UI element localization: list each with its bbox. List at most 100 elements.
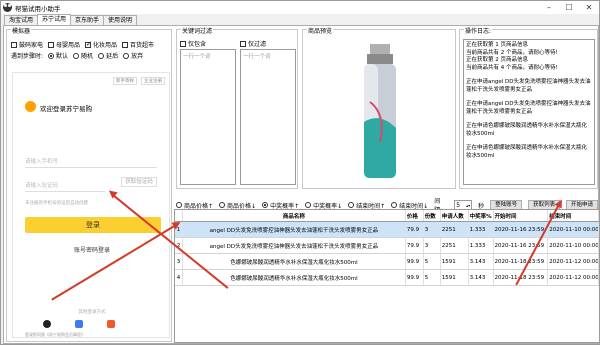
- table-header-cell[interactable]: 申请人数: [441, 210, 469, 221]
- table-header-cell[interactable]: 份数: [424, 210, 441, 221]
- product-spray-bottle-image: [364, 44, 396, 178]
- table-header-row: 商品名称 价格 份数 申请人数 中奖率% 开始时间 结束时间: [175, 210, 599, 222]
- log-legend: 操作日志:: [464, 26, 493, 35]
- get-code-button[interactable]: 获取验证码: [121, 177, 157, 187]
- app-window: 帮猫试用小助手 – ☐ ✕ 淘宝试用 苏宁试用 京东助手 使用说明 模拟器 鼓码…: [0, 0, 600, 345]
- product-name-cell: angel DD头发免洗喷雾控油神器头发去油蓬松干洗头发喷雾男女正品: [183, 238, 406, 253]
- start-time-cell: 2020-11-18 23:59: [494, 254, 549, 269]
- win-rate-cell: 3.143: [469, 270, 494, 285]
- login-top-links: 新手寄样 企业注册: [113, 77, 165, 85]
- stepper-arrows-icon[interactable]: ▴▾: [466, 203, 470, 208]
- table-header-cell[interactable]: 价格: [406, 210, 424, 221]
- table-row[interactable]: 3 色娜娜玻尿酸润透精华水补水保湿大瓶化妆水500ml 99.9 5 1591 …: [175, 254, 599, 270]
- quantity-cell: 3: [424, 238, 441, 253]
- product-preview-group: 商品预览: [302, 26, 456, 189]
- social-login-icons: [43, 320, 115, 328]
- simulator-group: 模拟器 鼓码家电 母婴用品 化妆用品 百货超市 遇到步骤时: 默认 随机 延后 …: [6, 26, 172, 342]
- login-button[interactable]: 登录: [25, 217, 161, 233]
- log-line: 正在申请色娜娜玻尿酸润透精华水补水保湿大瓶化妆水500ml: [466, 123, 588, 137]
- radio-delay[interactable]: 延后: [98, 51, 118, 60]
- checkbox-box-checked: [85, 40, 92, 48]
- table-header-cell[interactable]: 开始时间: [494, 210, 549, 221]
- price-cell: 99.9: [406, 254, 424, 269]
- tab-panel: 模拟器 鼓码家电 母婴用品 化妆用品 百货超市 遇到步骤时: 默认 随机 延后 …: [3, 25, 600, 344]
- bottle-teal-label: [364, 118, 396, 178]
- radio-default[interactable]: 默认: [48, 51, 68, 60]
- phone-input[interactable]: 请输入手机号: [25, 157, 157, 168]
- log-line: 正在申请angel DD头发免洗喷雾控油神器头发去油蓬松干洗头发喷雾男女正品: [466, 79, 591, 93]
- enterprise-link[interactable]: 企业注册: [141, 77, 165, 85]
- checkbox-supermarket[interactable]: 百货超市: [122, 40, 154, 49]
- checkbox-box: [48, 41, 55, 48]
- applicants-cell: 2251: [441, 222, 469, 237]
- product-table: 商品名称 价格 份数 申请人数 中奖率% 开始时间 结束时间 1 angel D…: [174, 209, 600, 343]
- applicants-cell: 1591: [441, 270, 469, 285]
- step-radios: 遇到步骤时: 默认 随机 延后 放弃: [11, 51, 143, 60]
- end-time-cell: 2020-11-10 00:00: [548, 222, 599, 237]
- step-label: 遇到步骤时:: [11, 53, 44, 60]
- end-time-cell: 2020-11-12 00:00: [548, 270, 599, 285]
- maximize-icon[interactable]: ☐: [559, 1, 579, 14]
- alipay-icon[interactable]: [75, 320, 83, 328]
- radio-skip[interactable]: 放弃: [123, 51, 143, 60]
- checkbox-baby[interactable]: 母婴用品: [48, 40, 80, 49]
- radio-dot: [123, 52, 130, 59]
- radio-dot: [348, 202, 355, 208]
- agreement-text: 登录即同意《苏宁易购会员章程》: [25, 332, 85, 337]
- radio-dot: [219, 202, 226, 208]
- price-cell: 79.9: [406, 238, 424, 253]
- filter-keywords-textarea[interactable]: 一行一个词: [240, 49, 296, 185]
- price-cell: 79.9: [406, 222, 424, 237]
- title-bar: 帮猫试用小助手 – ☐ ✕: [1, 1, 599, 14]
- bottle-cap-ring: [367, 54, 393, 64]
- log-line: 正在申请色娜娜玻尿酸润透精华水补水保湿大瓶化妆水500ml: [466, 145, 588, 159]
- password-login-link[interactable]: 账号密码登录: [13, 245, 171, 254]
- table-row[interactable]: 4 色娜娜玻尿酸润透精华水补水保湿大瓶化妆水500ml 99.9 5 1591 …: [175, 270, 599, 286]
- radio-dot: [73, 52, 80, 59]
- only-include-checkbox[interactable]: 仅包含: [180, 39, 206, 48]
- window-title: 帮猫试用小助手: [15, 4, 61, 13]
- price-cell: 99.9: [406, 270, 424, 285]
- qq-icon[interactable]: [43, 320, 51, 328]
- table-header-cell[interactable]: 中奖率%: [469, 210, 494, 221]
- include-keywords-textarea[interactable]: 一行一个词: [180, 49, 236, 185]
- category-checkboxes: 鼓码家电 母婴用品 化妆用品 百货超市: [11, 40, 154, 49]
- simulator-legend: 模拟器: [11, 26, 32, 35]
- log-textbox[interactable]: 正在获取第 1 页商品信息 当前商品共有 2 个商品，请耐心等待! 正在获取第 …: [463, 39, 595, 185]
- product-name-cell: angel DD头发免洗喷雾控油神器头发去油蓬松干洗头发喷雾男女正品: [183, 222, 406, 237]
- embedded-login-page: 新手寄样 企业注册 欢迎登录苏宁易购 请输入手机号 请输入验证码 获取验证码 未…: [12, 72, 170, 338]
- newbie-link[interactable]: 新手寄样: [113, 77, 137, 85]
- code-input[interactable]: 请输入验证码: [25, 181, 105, 192]
- tab-instructions[interactable]: 使用说明: [103, 15, 138, 25]
- radio-random[interactable]: 随机: [73, 51, 93, 60]
- row-index: 3: [175, 254, 183, 269]
- checkbox-cosmetics[interactable]: 化妆用品: [85, 40, 117, 49]
- end-time-cell: 2020-11-10 00:00: [548, 238, 599, 253]
- checkbox-box: [240, 40, 246, 47]
- log-line: 正在申请angel DD头发免洗喷雾控油神器头发去油蓬松干洗头发喷雾男女正品: [466, 101, 591, 115]
- table-row[interactable]: 1 angel DD头发免洗喷雾控油神器头发去油蓬松干洗头发喷雾男女正品 79.…: [175, 222, 599, 238]
- start-time-cell: 2020-11-16 23:59: [494, 222, 549, 237]
- close-icon[interactable]: ✕: [579, 1, 599, 14]
- checkbox-appliances[interactable]: 鼓码家电: [11, 40, 43, 49]
- only-filter-checkbox[interactable]: 仅过滤: [240, 39, 266, 48]
- operation-log-group: 操作日志: 正在获取第 1 页商品信息 当前商品共有 2 个商品，请耐心等待! …: [459, 26, 598, 189]
- minimize-icon[interactable]: –: [539, 1, 559, 14]
- radio-dot: [48, 52, 55, 59]
- tab-taobao[interactable]: 淘宝试用: [4, 15, 39, 25]
- register-hint: 未注册的手机号验证后自动创建: [25, 201, 88, 206]
- win-rate-cell: 3.143: [469, 254, 494, 269]
- log-line: 正在获取第 1 页商品信息 当前商品共有 2 个商品，请耐心等待! 正在获取第 …: [466, 42, 558, 71]
- table-header-cell[interactable]: 结束时间: [548, 210, 599, 221]
- radio-dot: [262, 202, 269, 208]
- preview-legend: 商品预览: [307, 26, 334, 35]
- table-header-cell[interactable]: 商品名称: [183, 210, 406, 221]
- tab-jd[interactable]: 京东助手: [70, 15, 105, 25]
- tab-suning[interactable]: 苏宁试用: [37, 14, 72, 25]
- card-icon[interactable]: [107, 320, 115, 328]
- bottle-nozzle: [370, 44, 390, 54]
- checkbox-box: [11, 41, 17, 48]
- checkbox-box: [180, 40, 186, 47]
- panda-app-icon: [3, 3, 12, 12]
- quantity-cell: 5: [424, 254, 441, 269]
